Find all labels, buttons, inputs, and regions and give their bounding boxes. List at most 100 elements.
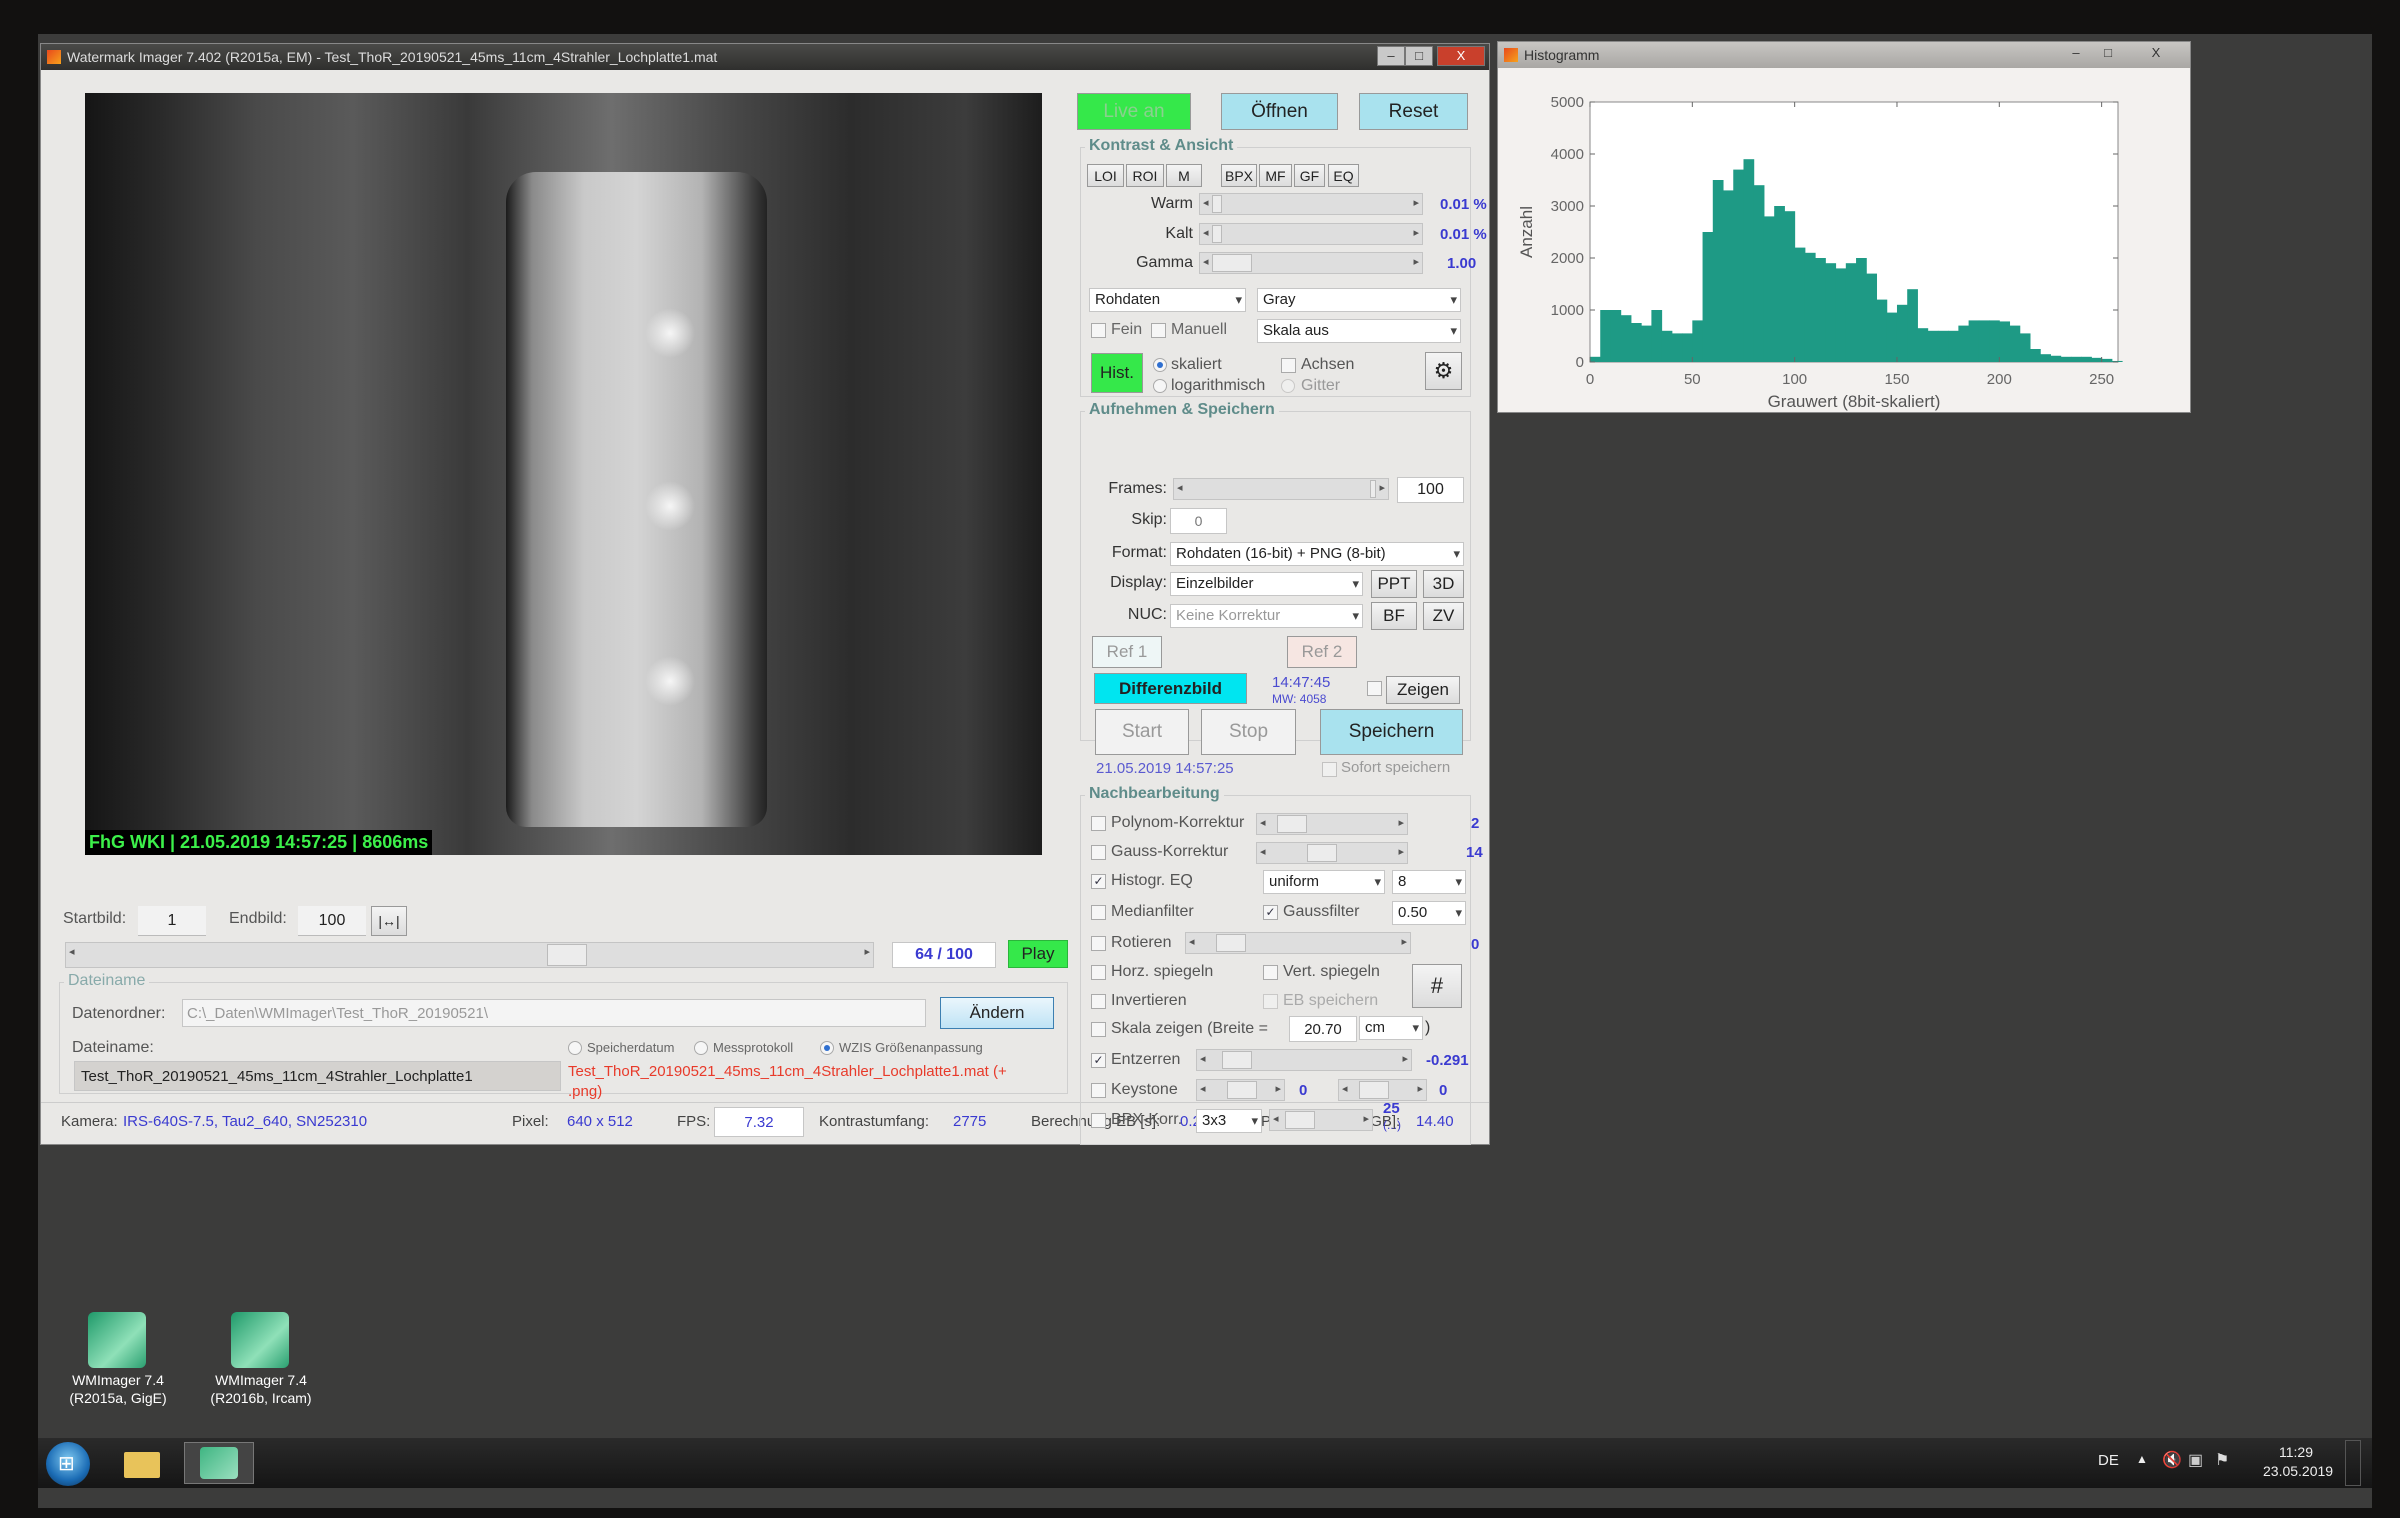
fein-checkbox[interactable]	[1091, 323, 1106, 338]
camera-image[interactable]: FhG WKI | 21.05.2019 14:57:25 | 8606ms	[85, 93, 1042, 855]
start-button[interactable]: ⊞	[46, 1442, 90, 1486]
zeigen-checkbox[interactable]	[1367, 681, 1382, 696]
gaussfilter-checkbox[interactable]: ✓	[1263, 905, 1278, 920]
horz-checkbox[interactable]	[1091, 965, 1106, 980]
sofort-checkbox[interactable]	[1322, 762, 1337, 777]
radio-gitter[interactable]	[1281, 379, 1295, 393]
hist-button[interactable]: Hist.	[1091, 353, 1143, 393]
zeigen-button[interactable]: Zeigen	[1386, 676, 1460, 704]
invert-checkbox[interactable]	[1091, 994, 1106, 1009]
tool-button-gf[interactable]: GF	[1294, 164, 1325, 187]
bpx-slider[interactable]: ◂ ▸	[1269, 1109, 1373, 1131]
slider-thumb[interactable]	[1227, 1081, 1257, 1099]
histeq-method-select[interactable]: uniform	[1263, 870, 1385, 894]
stop-button[interactable]: Stop	[1201, 709, 1296, 755]
3d-button[interactable]: 3D	[1423, 570, 1464, 598]
rotieren-slider[interactable]: ◂ ▸	[1185, 932, 1411, 954]
slider-thumb[interactable]	[1216, 934, 1246, 952]
language-indicator[interactable]: DE	[2098, 1452, 2119, 1469]
frame-slider[interactable]: ◂ ▸	[65, 942, 874, 968]
histeq-bins-select[interactable]: 8	[1392, 870, 1466, 894]
tool-button-mf[interactable]: MF	[1259, 164, 1292, 187]
keystone-slider-1[interactable]: ◂ ▸	[1196, 1079, 1285, 1101]
minimize-button[interactable]: –	[2062, 44, 2090, 64]
taskbar-wmimager[interactable]	[184, 1442, 254, 1484]
tool-button-loi[interactable]: LOI	[1087, 164, 1124, 187]
gaussfilter-select[interactable]: 0.50	[1392, 901, 1466, 925]
network-disconnected-icon[interactable]: ▣	[2188, 1450, 2203, 1470]
slider-thumb[interactable]	[1277, 815, 1307, 833]
open-button[interactable]: Öffnen	[1221, 93, 1338, 130]
full-range-button[interactable]: |↔|	[371, 906, 407, 936]
tool-button-eq[interactable]: EQ	[1328, 164, 1359, 187]
ref1-button[interactable]: Ref 1	[1092, 636, 1162, 668]
reset-button[interactable]: Reset	[1359, 93, 1468, 130]
desktop-icon-wmimager[interactable]: WMImager 7.4 (R2015a, GigE)	[63, 1312, 173, 1422]
frames-slider[interactable]: ◂ ▸	[1173, 478, 1389, 500]
gauss-checkbox[interactable]	[1091, 845, 1106, 860]
radio-wzis[interactable]	[820, 1041, 834, 1055]
vert-checkbox[interactable]	[1263, 965, 1278, 980]
keystone-slider-2[interactable]: ◂ ▸	[1338, 1079, 1427, 1101]
slider-thumb[interactable]	[1307, 844, 1337, 862]
volume-muted-icon[interactable]: 🔇	[2162, 1450, 2182, 1470]
desktop-icon-wmimager[interactable]: WMImager 7.4 (R2016b, Ircam)	[206, 1312, 316, 1422]
differenzbild-button[interactable]: Differenzbild	[1094, 673, 1247, 704]
ppt-button[interactable]: PPT	[1371, 570, 1417, 598]
tool-button-bpx[interactable]: BPX	[1221, 164, 1257, 187]
change-folder-button[interactable]: Ändern	[940, 997, 1054, 1029]
maximize-button[interactable]: □	[2094, 44, 2122, 64]
close-button[interactable]: X	[2142, 44, 2170, 64]
gamma-slider[interactable]: ◂ ▸	[1199, 252, 1423, 274]
gauss-slider[interactable]: ◂ ▸	[1256, 842, 1408, 864]
bpx-more-link[interactable]: (...)	[1383, 1118, 1401, 1132]
format-select[interactable]: Rohdaten (16-bit) + PNG (8-bit)	[1170, 542, 1464, 566]
radio-skaliert[interactable]	[1153, 358, 1167, 372]
close-button[interactable]: X	[1437, 46, 1485, 66]
entzerren-checkbox[interactable]: ✓	[1091, 1053, 1106, 1068]
live-button[interactable]: Live an	[1077, 93, 1191, 130]
polynom-slider[interactable]: ◂ ▸	[1256, 813, 1408, 835]
startbild-input[interactable]: 1	[138, 906, 206, 936]
data-select[interactable]: Rohdaten	[1089, 288, 1246, 312]
tool-button-m[interactable]: M	[1166, 164, 1202, 187]
frames-input[interactable]: 100	[1397, 477, 1464, 503]
play-button[interactable]: Play	[1008, 940, 1068, 968]
slider-thumb[interactable]	[1222, 1051, 1252, 1069]
skala-checkbox[interactable]	[1091, 1022, 1106, 1037]
clock-date[interactable]: 23.05.2019	[2263, 1463, 2333, 1479]
slider-thumb[interactable]	[1359, 1081, 1389, 1099]
manuell-checkbox[interactable]	[1151, 323, 1166, 338]
action-center-flag-icon[interactable]: ⚑	[2215, 1450, 2229, 1470]
bpx-checkbox[interactable]	[1091, 1113, 1106, 1128]
slider-thumb[interactable]	[1285, 1111, 1315, 1129]
slider-thumb[interactable]	[546, 944, 587, 966]
bf-button[interactable]: BF	[1371, 602, 1417, 630]
skala-width-input[interactable]: 20.70	[1289, 1016, 1357, 1042]
entzerren-slider[interactable]: ◂ ▸	[1196, 1049, 1412, 1071]
tray-expand-icon[interactable]: ▲	[2136, 1452, 2148, 1466]
scale-select[interactable]: Skala aus	[1257, 319, 1461, 343]
folder-input[interactable]: C:\_Daten\WMImager\Test_ThoR_20190521\	[182, 999, 926, 1027]
grid-button[interactable]: #	[1412, 964, 1462, 1008]
tool-button-roi[interactable]: ROI	[1126, 164, 1164, 187]
bpx-kernel-select[interactable]: 3x3	[1196, 1109, 1262, 1133]
histeq-checkbox[interactable]: ✓	[1091, 874, 1106, 889]
settings-button[interactable]: ⚙	[1425, 352, 1462, 390]
kalt-slider[interactable]: ◂ ▸	[1199, 223, 1423, 245]
skip-input[interactable]: 0	[1170, 508, 1227, 534]
minimize-button[interactable]: –	[1377, 46, 1405, 66]
warm-slider[interactable]: ◂ ▸	[1199, 193, 1423, 215]
maximize-button[interactable]: □	[1405, 46, 1433, 66]
polynom-checkbox[interactable]	[1091, 816, 1106, 831]
eb-checkbox[interactable]	[1263, 994, 1278, 1009]
radio-messprotokoll[interactable]	[694, 1041, 708, 1055]
achsen-checkbox[interactable]	[1281, 358, 1296, 373]
show-desktop-button[interactable]	[2345, 1440, 2361, 1486]
save-button[interactable]: Speichern	[1320, 709, 1463, 755]
nuc-select[interactable]: Keine Korrektur	[1170, 604, 1363, 628]
radio-logarithmisch[interactable]	[1153, 379, 1167, 393]
ref2-button[interactable]: Ref 2	[1287, 636, 1357, 668]
endbild-input[interactable]: 100	[298, 906, 366, 936]
skala-unit-select[interactable]: cm	[1359, 1016, 1423, 1040]
